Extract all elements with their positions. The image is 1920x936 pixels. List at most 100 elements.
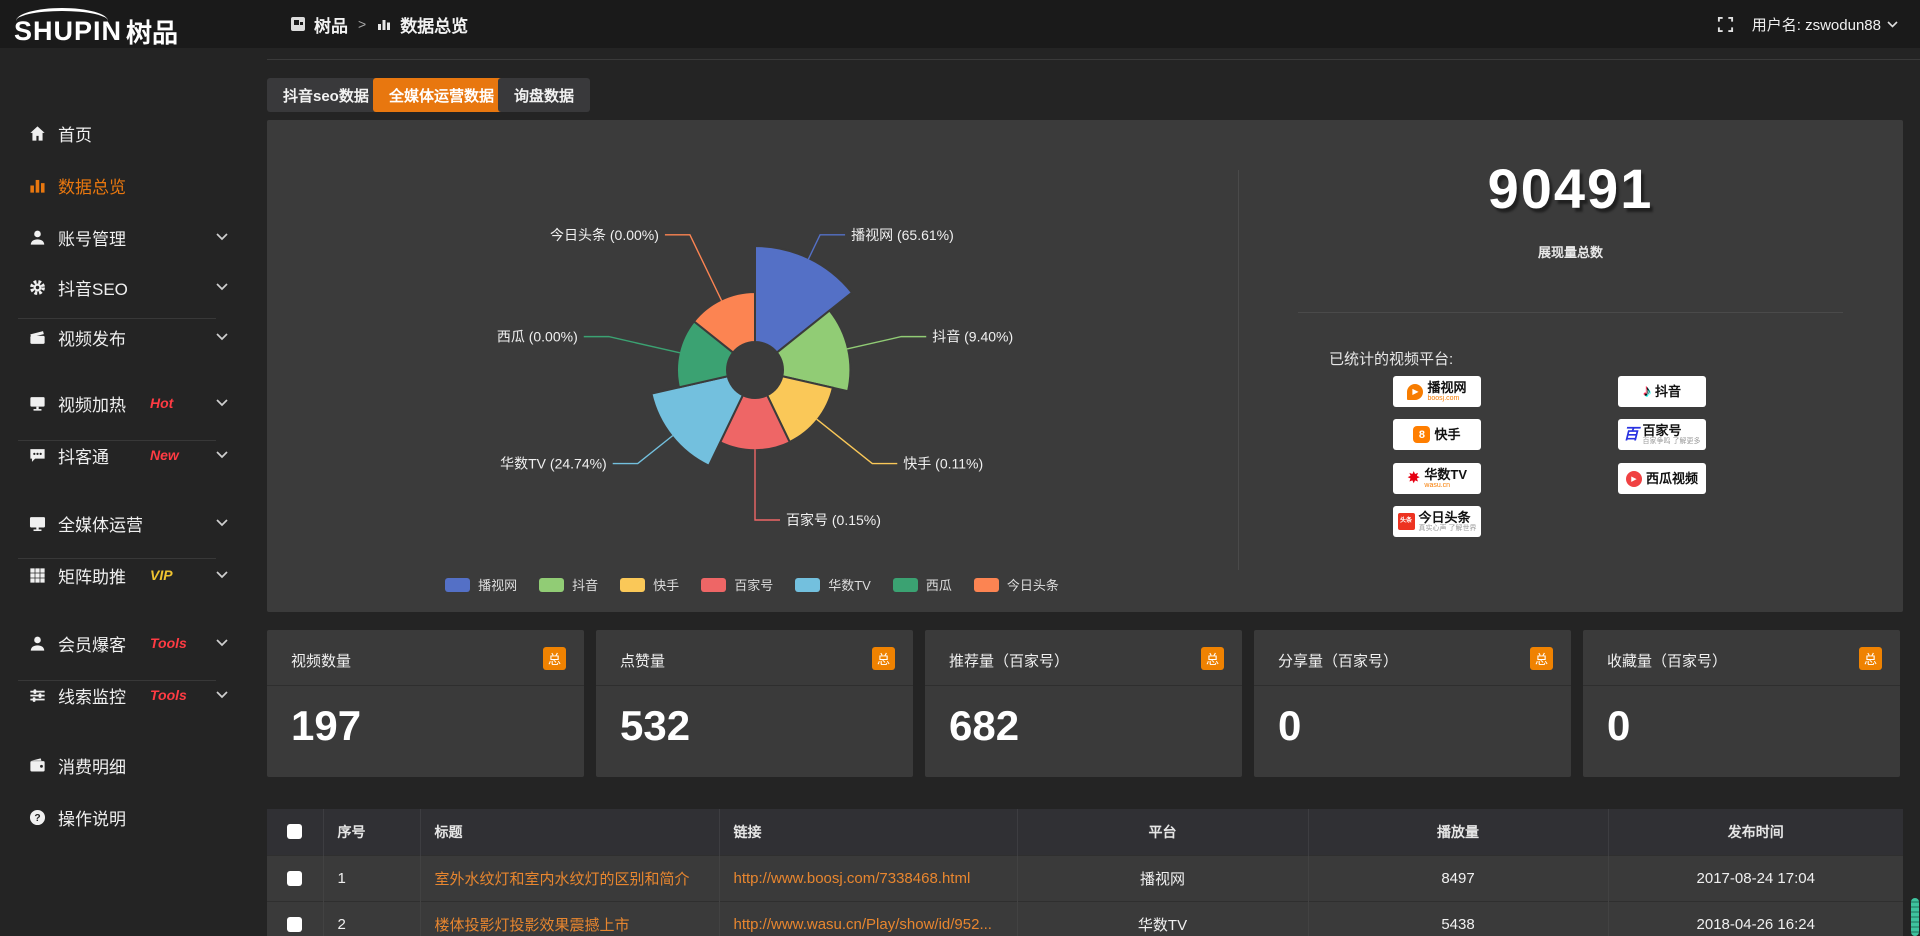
pie-slice-5[interactable] (651, 376, 742, 465)
cell-index: 1 (323, 855, 420, 901)
platform-badge-subtext: 百家争鸣 了解更多 (1643, 438, 1701, 445)
platform-badge-name: 播视网 (1427, 381, 1466, 394)
sidebar-item-badge: Tools (150, 687, 187, 703)
tab-1[interactable]: 抖音seo数据 (267, 78, 385, 112)
logo-text-cn: 树品 (126, 5, 178, 50)
app-square-icon (290, 16, 306, 32)
sidebar-item-2[interactable]: 数据总览 (0, 168, 255, 202)
legend-item-2[interactable]: 抖音 (539, 575, 598, 594)
grid-icon (28, 566, 47, 585)
cell-title[interactable]: 室外水纹灯和室内水纹灯的区别和简介 (420, 855, 719, 901)
sliders-icon (28, 686, 47, 705)
total-badge: 总 (1859, 647, 1882, 670)
legend-label: 华数TV (828, 575, 871, 594)
legend-item-5[interactable]: 华数TV (795, 575, 871, 594)
legend-item-4[interactable]: 百家号 (701, 575, 773, 594)
cell-title[interactable]: 楼体投影灯投影效果震撼上市 (420, 901, 719, 936)
pie-label: 百家号 (0.15%) (786, 512, 881, 528)
stat-card-header: 分享量（百家号）总 (1254, 630, 1571, 686)
fullscreen-icon[interactable] (1717, 16, 1734, 33)
app-logo: SHUPIN 树品 (14, 5, 178, 50)
home-icon (28, 124, 47, 143)
sidebar-item-12[interactable]: 消费明细 (0, 748, 255, 782)
legend-label: 今日头条 (1007, 575, 1059, 594)
legend-swatch (620, 578, 645, 592)
legend-item-1[interactable]: 播视网 (445, 575, 517, 594)
sidebar-item-badge: Tools (150, 635, 187, 651)
row-checkbox[interactable] (287, 917, 302, 932)
baijiahao-icon: 百 (1624, 427, 1639, 442)
page-scrollbar (1910, 48, 1919, 936)
cell-link[interactable]: http://www.boosj.com/7338468.html (719, 855, 1017, 901)
stat-card-header: 点赞量总 (596, 630, 913, 686)
legend-item-3[interactable]: 快手 (620, 575, 679, 594)
breadcrumb-page[interactable]: 数据总览 (400, 12, 468, 37)
sidebar-item-label: 账号管理 (58, 225, 126, 250)
sidebar-item-9[interactable]: 矩阵助推VIP (0, 558, 255, 592)
sidebar-item-label: 数据总览 (58, 173, 126, 198)
sidebar-item-label: 线索监控 (58, 683, 126, 708)
select-all-cell (267, 809, 323, 855)
pie-label-line (665, 235, 722, 301)
pie-label: 播视网 (65.61%) (851, 227, 954, 243)
legend-swatch (539, 578, 564, 592)
panel-divider (1238, 170, 1239, 570)
platform-badge-name: 西瓜视频 (1646, 472, 1698, 485)
sidebar-item-label: 首页 (58, 121, 92, 146)
sidebar-divider (18, 680, 216, 681)
legend-item-7[interactable]: 今日头条 (974, 575, 1059, 594)
sidebar-divider (18, 318, 216, 319)
table-row-2[interactable]: 2楼体投影灯投影效果震撼上市http://www.wasu.cn/Play/sh… (267, 901, 1903, 936)
legend-swatch (795, 578, 820, 592)
chevron-down-icon (216, 639, 228, 647)
platform-badge-baijiahao: 百百家号百家争鸣 了解更多 (1618, 419, 1706, 450)
legend-swatch (974, 578, 999, 592)
stat-card-title: 推荐量（百家号） (949, 650, 1069, 671)
sidebar-item-3[interactable]: 账号管理 (0, 220, 255, 254)
video-icon (28, 328, 47, 347)
column-header-4: 平台 (1017, 809, 1308, 855)
stat-card-value: 0 (1278, 702, 1301, 750)
table-row-1[interactable]: 1室外水纹灯和室内水纹灯的区别和简介http://www.boosj.com/7… (267, 855, 1903, 901)
stat-card-5: 收藏量（百家号）总0 (1583, 630, 1900, 777)
user-menu[interactable]: 用户名: zswodun88 (1752, 14, 1898, 35)
tab-3[interactable]: 询盘数据 (498, 78, 590, 112)
platform-badge-kuaishou: 8快手 (1393, 419, 1481, 450)
legend-label: 抖音 (572, 575, 598, 594)
sidebar-item-1[interactable]: 首页 (0, 116, 255, 150)
row-select-cell (267, 901, 323, 936)
videos-table: 序号标题链接平台播放量发布时间1室外水纹灯和室内水纹灯的区别和简介http://… (267, 809, 1903, 936)
sidebar-item-11[interactable]: 线索监控 Tools (0, 678, 255, 712)
sidebar-item-label: 消费明细 (58, 753, 126, 778)
stat-card-value: 532 (620, 702, 690, 750)
sidebar-item-label: 全媒体运营 (58, 511, 143, 536)
cell-link[interactable]: http://www.wasu.cn/Play/show/id/952... (719, 901, 1017, 936)
sidebar-item-13[interactable]: ?操作说明 (0, 800, 255, 834)
stat-card-header: 视频数量总 (267, 630, 584, 686)
platform-badge-name: 百家号 (1643, 424, 1682, 437)
select-all-checkbox[interactable] (287, 824, 302, 839)
sidebar-item-7[interactable]: 抖客通New (0, 438, 255, 472)
legend-label: 快手 (653, 575, 679, 594)
cell-platform: 播视网 (1017, 855, 1308, 901)
sidebar-item-6[interactable]: 视频加热Hot (0, 386, 255, 420)
breadcrumb-app[interactable]: 树品 (314, 12, 348, 37)
sidebar-item-4[interactable]: 抖音SEO (0, 270, 255, 304)
total-badge: 总 (1201, 647, 1224, 670)
row-select-cell (267, 855, 323, 901)
sidebar-item-8[interactable]: 全媒体运营 (0, 506, 255, 540)
legend-item-6[interactable]: 西瓜 (893, 575, 952, 594)
logo-text-en: SHUPIN (14, 8, 122, 47)
platform-badge-name: 快手 (1434, 428, 1460, 441)
scrollbar-thumb[interactable] (1911, 898, 1919, 936)
tab-2[interactable]: 全媒体运营数据 (373, 78, 510, 112)
platform-badge-boosj: ▶播视网boosj.com (1393, 376, 1481, 407)
sidebar-item-label: 抖音SEO (58, 275, 128, 300)
sidebar-item-5[interactable]: 视频发布 (0, 320, 255, 354)
sidebar-divider (18, 558, 216, 559)
row-checkbox[interactable] (287, 871, 302, 886)
sidebar-item-label: 视频发布 (58, 325, 126, 350)
sidebar-item-10[interactable]: 会员爆客Tools (0, 626, 255, 660)
stat-card-3: 推荐量（百家号）总682 (925, 630, 1242, 777)
sidebar-item-badge: VIP (150, 567, 173, 583)
